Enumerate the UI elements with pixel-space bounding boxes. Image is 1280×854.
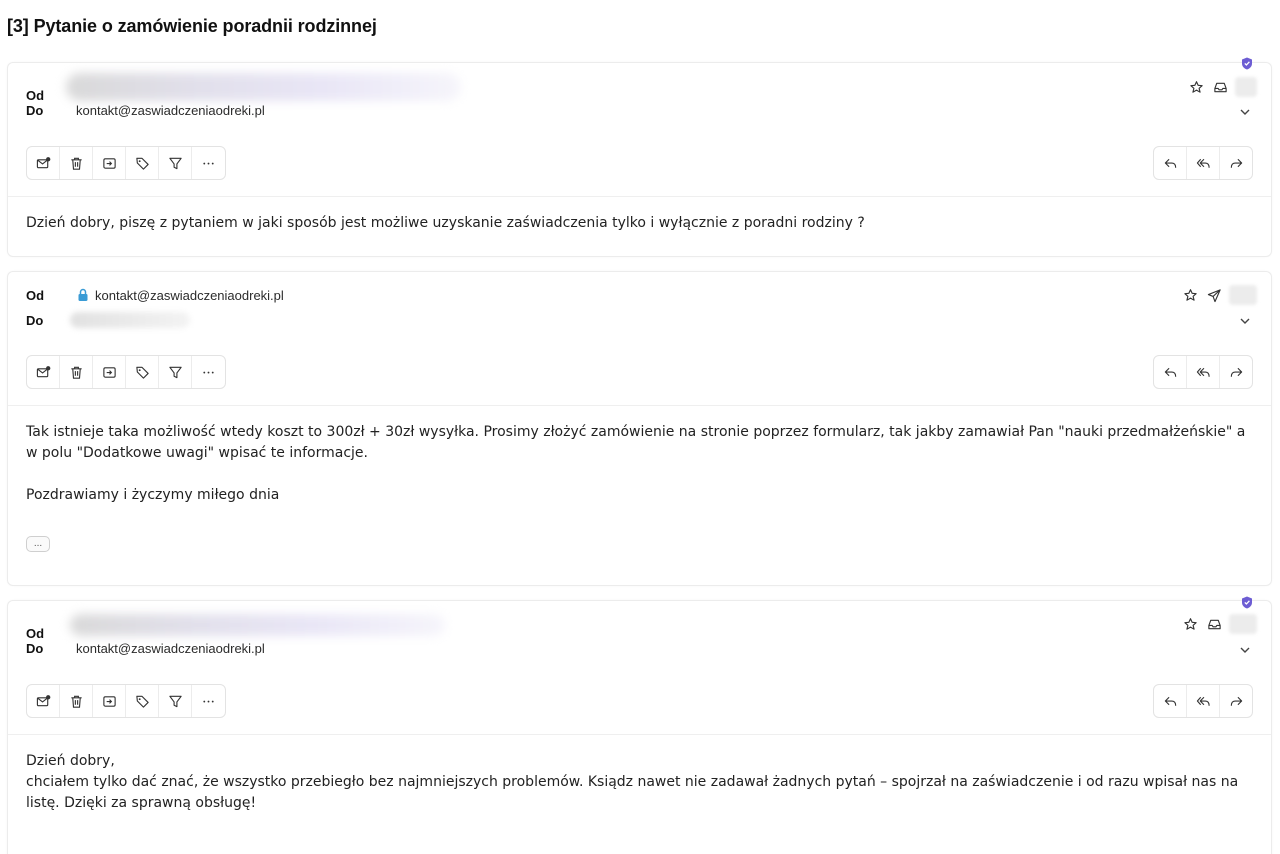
forward-icon[interactable] <box>1220 685 1252 717</box>
redacted-sender <box>70 614 445 636</box>
body-paragraph: Dzień dobry, piszę z pytaniem w jaki spo… <box>26 215 865 231</box>
reply-icon[interactable] <box>1154 147 1187 179</box>
more-icon[interactable] <box>192 685 225 717</box>
mark-unread-icon[interactable] <box>27 356 60 388</box>
message-actions-top <box>1181 614 1257 634</box>
tag-icon[interactable] <box>126 685 159 717</box>
to-row: Do kontakt@zaswiadczeniaodreki.pl <box>26 641 265 656</box>
header-divider <box>8 196 1271 197</box>
from-address[interactable]: kontakt@zaswiadczeniaodreki.pl <box>76 288 284 303</box>
inbox-icon[interactable] <box>1205 615 1223 633</box>
redacted-avatar <box>1235 77 1257 97</box>
to-row: Do kontakt@zaswiadczeniaodreki.pl <box>26 103 265 118</box>
message-actions-top <box>1181 285 1257 305</box>
from-row: Od <box>26 71 461 103</box>
message-actions-top <box>1187 77 1257 97</box>
redacted-avatar <box>1229 614 1257 634</box>
filter-icon[interactable] <box>159 356 192 388</box>
message-body: Dzień dobry, piszę z pytaniem w jaki spo… <box>26 213 1253 234</box>
to-label: Do <box>26 103 44 118</box>
move-icon[interactable] <box>93 685 126 717</box>
header-divider <box>8 405 1271 406</box>
body-paragraph: Tak istnieje taka możliwość wtedy koszt … <box>26 424 1246 461</box>
chevron-down-icon[interactable] <box>1237 104 1253 120</box>
mark-unread-icon[interactable] <box>27 685 60 717</box>
lock-icon <box>78 288 88 301</box>
reply-all-icon[interactable] <box>1187 356 1220 388</box>
header-divider <box>8 734 1271 735</box>
forward-icon[interactable] <box>1220 147 1252 179</box>
star-icon[interactable] <box>1181 286 1199 304</box>
star-icon[interactable] <box>1181 615 1199 633</box>
reply-all-icon[interactable] <box>1187 147 1220 179</box>
filter-icon[interactable] <box>159 147 192 179</box>
to-label: Do <box>26 641 44 656</box>
chevron-down-icon[interactable] <box>1237 642 1253 658</box>
message-toolbar <box>26 355 226 389</box>
body-paragraph: Dzień dobry, <box>26 753 115 769</box>
move-icon[interactable] <box>93 147 126 179</box>
message-body: Tak istnieje taka możliwość wtedy koszt … <box>26 422 1253 506</box>
message-toolbar <box>26 146 226 180</box>
to-address[interactable]: kontakt@zaswiadczeniaodreki.pl <box>76 103 265 118</box>
reply-toolbar <box>1153 146 1253 180</box>
message-toolbar <box>26 684 226 718</box>
tag-icon[interactable] <box>126 356 159 388</box>
body-paragraph: chciałem tylko dać znać, że wszystko prz… <box>26 774 1239 811</box>
star-icon[interactable] <box>1187 78 1205 96</box>
from-label: Od <box>26 288 45 303</box>
from-row: Od kontakt@zaswiadczeniaodreki.pl <box>26 288 284 303</box>
redacted-recipient <box>70 312 190 328</box>
inbox-icon[interactable] <box>1211 78 1229 96</box>
message-card-3[interactable]: Od Do kontakt@zaswiadczeniaodreki.pl Dzi… <box>7 596 1272 854</box>
trash-icon[interactable] <box>60 147 93 179</box>
reply-toolbar <box>1153 355 1253 389</box>
filter-icon[interactable] <box>159 685 192 717</box>
reply-icon[interactable] <box>1154 356 1187 388</box>
redacted-sender <box>66 73 461 101</box>
to-address[interactable]: kontakt@zaswiadczeniaodreki.pl <box>76 641 265 656</box>
body-paragraph: Pozdrawiamy i życzymy miłego dnia <box>26 487 280 503</box>
to-label: Do <box>26 312 44 328</box>
more-icon[interactable] <box>192 147 225 179</box>
forward-icon[interactable] <box>1220 356 1252 388</box>
from-row: Od <box>26 609 445 641</box>
show-quoted-button[interactable]: ... <box>26 536 50 552</box>
reply-toolbar <box>1153 684 1253 718</box>
from-address-text: kontakt@zaswiadczeniaodreki.pl <box>95 288 284 303</box>
reply-icon[interactable] <box>1154 685 1187 717</box>
mark-unread-icon[interactable] <box>27 147 60 179</box>
sent-icon[interactable] <box>1205 286 1223 304</box>
more-icon[interactable] <box>192 356 225 388</box>
from-label: Od <box>26 625 45 641</box>
tag-icon[interactable] <box>126 147 159 179</box>
shield-icon <box>1242 596 1252 609</box>
to-row: Do <box>26 312 190 328</box>
message-card-2[interactable]: Od kontakt@zaswiadczeniaodreki.pl Do Tak… <box>7 271 1272 586</box>
trash-icon[interactable] <box>60 356 93 388</box>
shield-icon <box>1242 57 1252 70</box>
chevron-down-icon[interactable] <box>1237 313 1253 329</box>
message-body: Dzień dobry, chciałem tylko dać znać, że… <box>26 751 1253 814</box>
message-card-1[interactable]: Od Do kontakt@zaswiadczeniaodreki.pl Dzi… <box>7 57 1272 257</box>
redacted-avatar <box>1229 285 1257 305</box>
trash-icon[interactable] <box>60 685 93 717</box>
move-icon[interactable] <box>93 356 126 388</box>
reply-all-icon[interactable] <box>1187 685 1220 717</box>
thread-title: [3] Pytanie o zamówienie poradnii rodzin… <box>7 16 377 36</box>
